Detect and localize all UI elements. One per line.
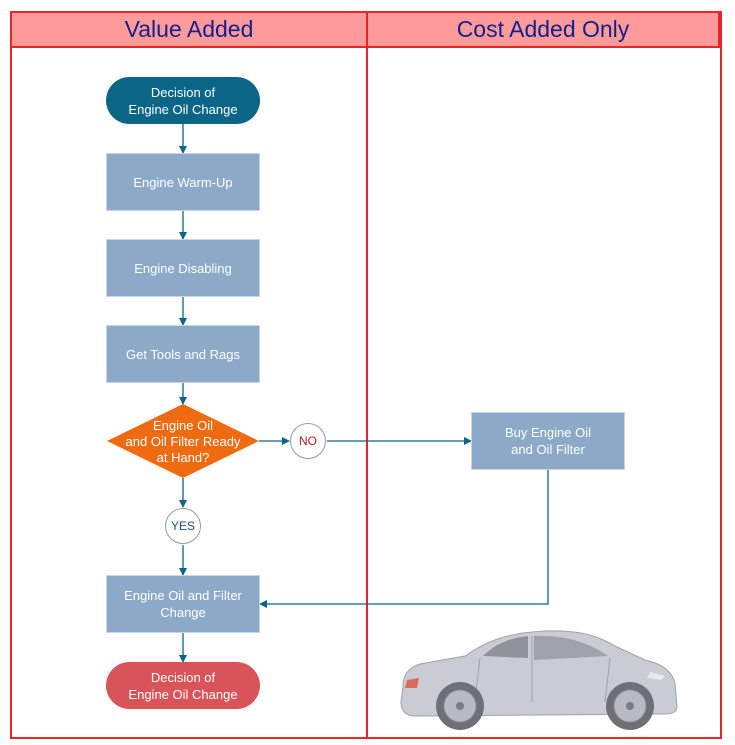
process-engine-oil-and-filter-change[interactable]: Engine Oil and Filter Change [106, 575, 260, 633]
node-label: Decision of [150, 84, 216, 100]
connector-label: NO [299, 434, 317, 448]
process-buy-engine-oil[interactable]: Buy Engine Oil and Oil Filter [471, 412, 625, 470]
process-engine-disabling[interactable]: Engine Disabling [106, 239, 260, 297]
node-label: Engine Oil Change [128, 686, 238, 702]
connector-no[interactable]: NO [290, 423, 326, 459]
arrow-buy-to-change [259, 470, 549, 608]
node-label: Engine Oil Change [128, 101, 238, 117]
connector-label: YES [170, 519, 195, 533]
node-label: and Oil Filter [511, 442, 585, 457]
node-label: Decision of [150, 669, 216, 685]
connector-yes[interactable]: YES [165, 508, 201, 544]
node-label: Get Tools and Rags [126, 346, 240, 362]
node-label: Engine Oil and Filter [124, 588, 242, 603]
end-terminator[interactable]: Decision of Engine Oil Change [106, 662, 260, 709]
node-label: Engine Disabling [134, 260, 232, 276]
node-label: and Oil Filter Ready [125, 434, 241, 449]
decision-label: Engine Oil and Oil Filter Ready at Hand? [107, 411, 259, 473]
node-label: Engine Oil [153, 418, 213, 433]
node-label: Change [160, 605, 206, 620]
car-icon [400, 630, 678, 730]
node-label: Buy Engine Oil [505, 425, 591, 440]
start-terminator[interactable]: Decision of Engine Oil Change [106, 77, 260, 124]
process-engine-warm-up[interactable]: Engine Warm-Up [106, 153, 260, 211]
node-label: at Hand? [156, 450, 210, 465]
node-label: Engine Warm-Up [133, 174, 233, 190]
process-get-tools-and-rags[interactable]: Get Tools and Rags [106, 325, 260, 383]
